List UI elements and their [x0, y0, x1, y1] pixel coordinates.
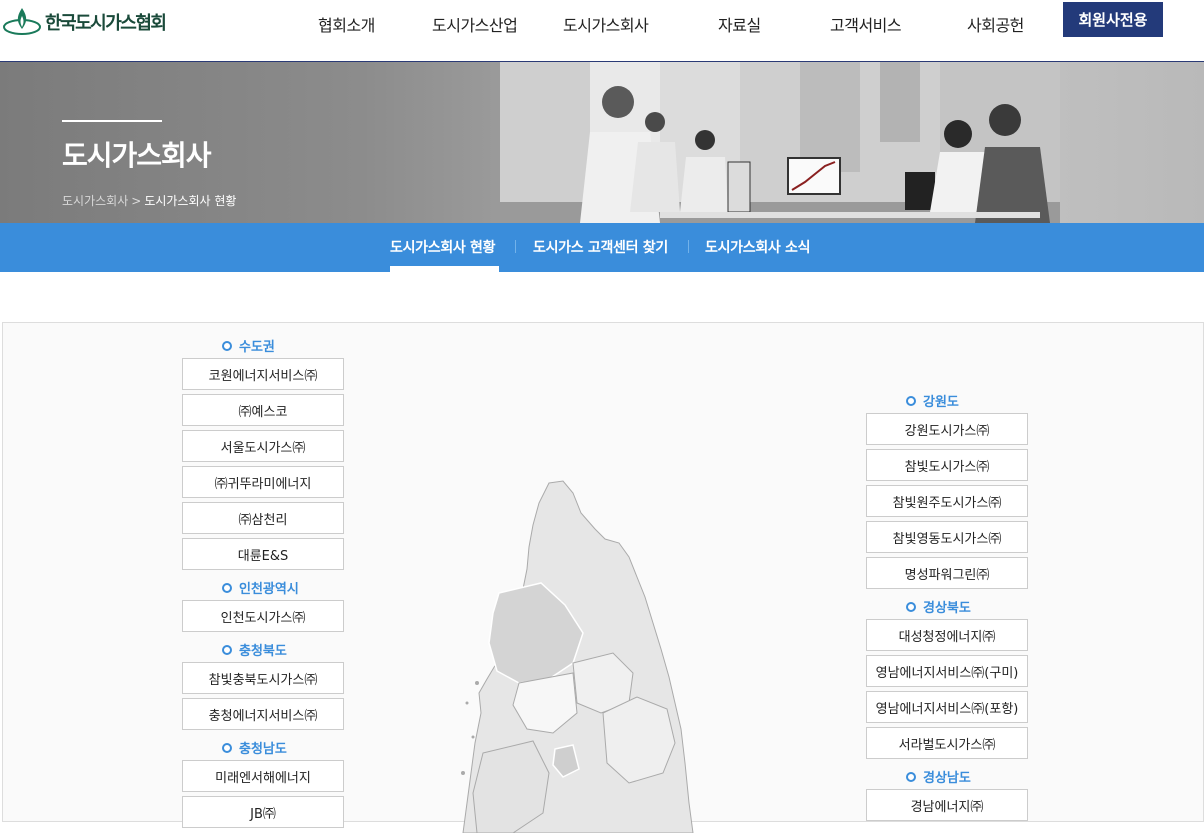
company-button[interactable]: ㈜예스코 [182, 394, 344, 426]
subnav-company-news[interactable]: 도시가스회사 소식 [705, 237, 810, 257]
company-button[interactable]: ㈜삼천리 [182, 502, 344, 534]
region-bullet-icon [906, 772, 916, 782]
region-name: 충청북도 [239, 640, 287, 659]
nav-item-customer[interactable]: 고객서비스 [830, 12, 901, 36]
region-name: 경상남도 [923, 767, 971, 786]
subnav-divider [688, 240, 689, 253]
office-meeting-photo [500, 62, 1060, 223]
company-button[interactable]: 대륜E&S [182, 538, 344, 570]
page-title: 도시가스회사 [62, 134, 211, 174]
region-bullet-icon [222, 341, 232, 351]
region-title-chungnam: 충청남도 [222, 738, 287, 757]
breadcrumb-separator-icon: > [131, 194, 141, 208]
company-button[interactable]: 영남에너지서비스㈜(포항) [866, 691, 1028, 723]
sub-navigation: 도시가스회사 현황 도시가스 고객센터 찾기 도시가스회사 소식 [0, 223, 1204, 272]
region-bullet-icon [906, 396, 916, 406]
site-header: 한국도시가스협회 협회소개 도시가스산업 도시가스회사 자료실 고객서비스 사회… [0, 0, 1204, 62]
company-button[interactable]: 명성파워그린㈜ [866, 557, 1028, 589]
company-button[interactable]: 서울도시가스㈜ [182, 430, 344, 462]
company-button[interactable]: 대성청정에너지㈜ [866, 619, 1028, 651]
company-map-panel: 수도권 코원에너지서비스㈜ ㈜예스코 서울도시가스㈜ ㈜귀뚜라미에너지 ㈜삼천리… [2, 322, 1204, 822]
breadcrumb-parent[interactable]: 도시가스회사 [62, 194, 128, 208]
banner-accent-line [62, 120, 162, 122]
region-title-incheon: 인천광역시 [222, 578, 299, 597]
nav-item-companies[interactable]: 도시가스회사 [563, 12, 648, 36]
company-button[interactable]: 미래엔서해에너지 [182, 760, 344, 792]
region-bullet-icon [222, 583, 232, 593]
region-title-gyeongbuk: 경상북도 [906, 597, 971, 616]
company-button[interactable]: 참빛원주도시가스㈜ [866, 485, 1028, 517]
region-name: 경상북도 [923, 597, 971, 616]
korea-region-map [423, 473, 743, 833]
subnav-company-status[interactable]: 도시가스회사 현황 [390, 237, 495, 257]
region-name: 인천광역시 [239, 578, 299, 597]
nav-item-industry[interactable]: 도시가스산업 [432, 12, 517, 36]
region-name: 충청남도 [239, 738, 287, 757]
nav-item-about[interactable]: 협회소개 [318, 12, 375, 36]
member-only-button[interactable]: 회원사전용 [1063, 2, 1163, 37]
region-bullet-icon [222, 743, 232, 753]
company-button[interactable]: 서라벌도시가스㈜ [866, 727, 1028, 759]
subnav-divider [515, 240, 516, 253]
company-button[interactable]: 충청에너지서비스㈜ [182, 698, 344, 730]
region-bullet-icon [906, 602, 916, 612]
company-button[interactable]: 인천도시가스㈜ [182, 600, 344, 632]
region-title-gangwon: 강원도 [906, 391, 959, 410]
company-button[interactable]: 영남에너지서비스㈜(구미) [866, 655, 1028, 687]
main-nav: 협회소개 도시가스산업 도시가스회사 자료실 고객서비스 사회공헌 회원사전용 [0, 0, 1204, 44]
company-button[interactable]: 참빛충북도시가스㈜ [182, 662, 344, 694]
region-bullet-icon [222, 645, 232, 655]
region-title-gyeongnam: 경상남도 [906, 767, 971, 786]
nav-item-archive[interactable]: 자료실 [718, 12, 761, 36]
company-button[interactable]: JB㈜ [182, 796, 344, 828]
region-title-chungbuk: 충청북도 [222, 640, 287, 659]
subnav-active-indicator [390, 266, 499, 272]
company-button[interactable]: 코원에너지서비스㈜ [182, 358, 344, 390]
region-title-capital: 수도권 [222, 336, 275, 355]
breadcrumb-current: 도시가스회사 현황 [144, 194, 236, 208]
page-banner: 도시가스회사 도시가스회사>도시가스회사 현황 [0, 62, 1204, 223]
company-button[interactable]: 참빛영동도시가스㈜ [866, 521, 1028, 553]
company-button[interactable]: 경남에너지㈜ [866, 789, 1028, 821]
region-name: 강원도 [923, 391, 959, 410]
company-button[interactable]: ㈜귀뚜라미에너지 [182, 466, 344, 498]
subnav-find-service-center[interactable]: 도시가스 고객센터 찾기 [533, 237, 668, 257]
region-name: 수도권 [239, 336, 275, 355]
nav-item-social[interactable]: 사회공헌 [967, 12, 1024, 36]
company-button[interactable]: 강원도시가스㈜ [866, 413, 1028, 445]
breadcrumb: 도시가스회사>도시가스회사 현황 [62, 192, 236, 209]
company-button[interactable]: 참빛도시가스㈜ [866, 449, 1028, 481]
